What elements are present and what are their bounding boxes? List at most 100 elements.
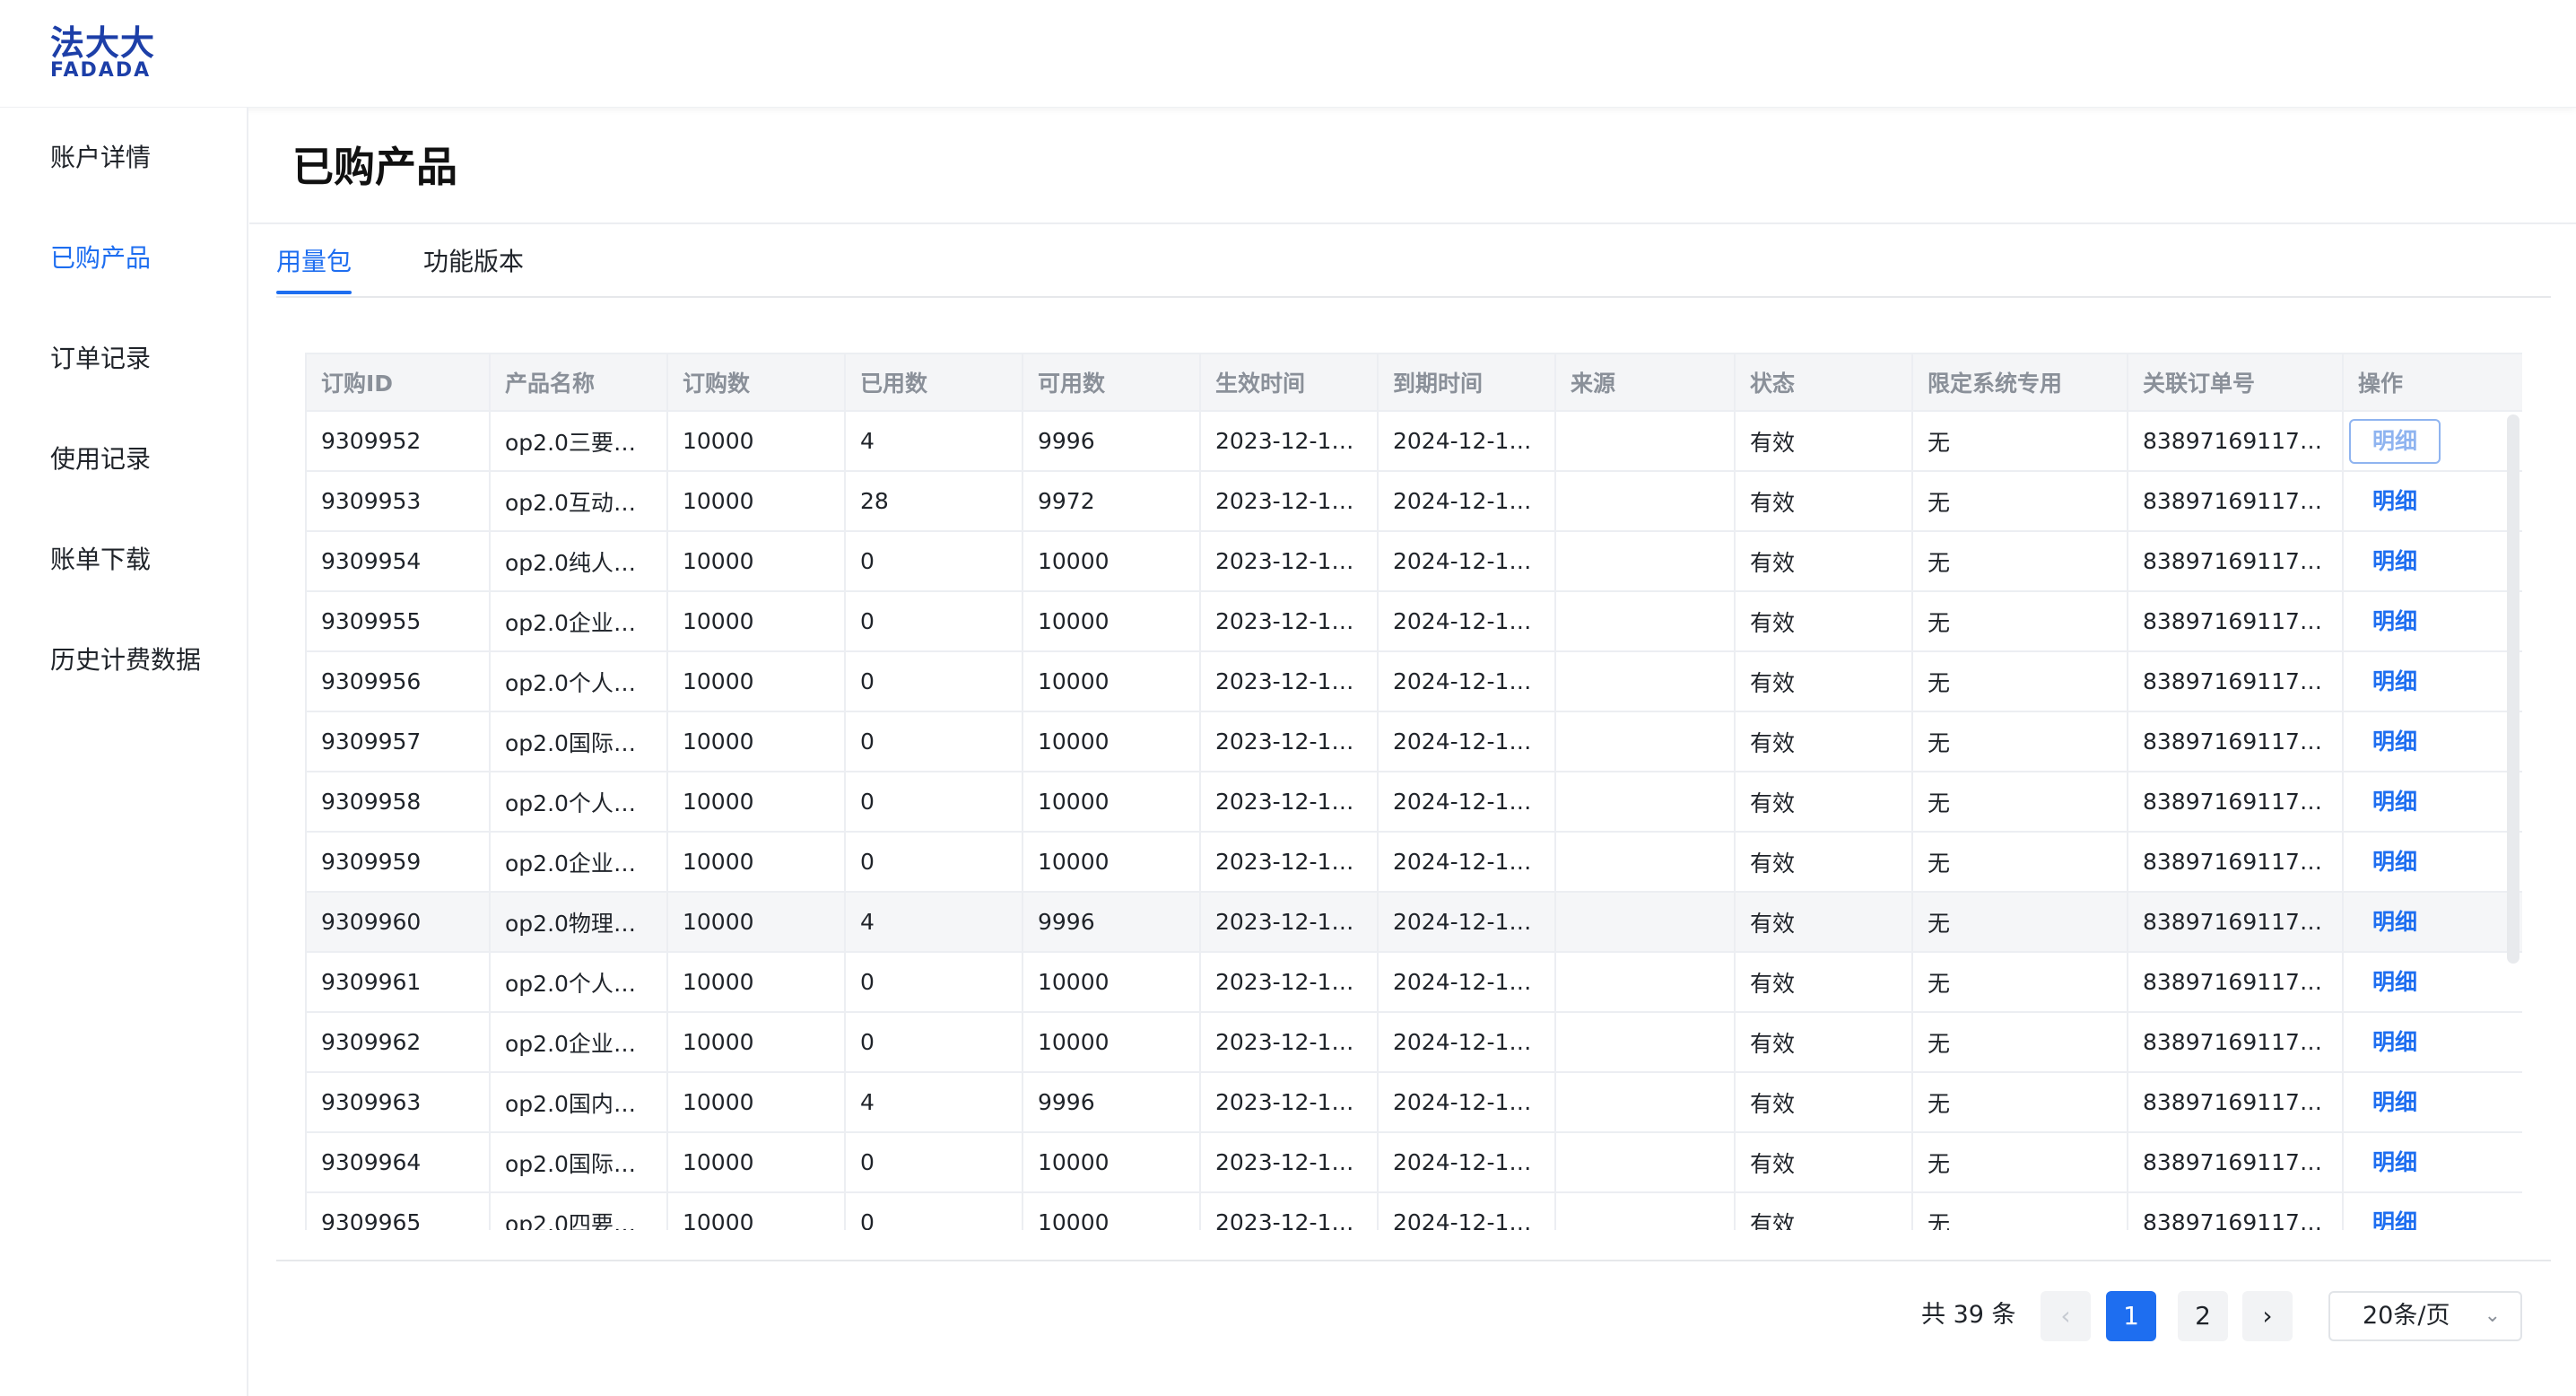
cell-source (1554, 1191, 1736, 1230)
cell-expire-time: 2024-12-17... (1377, 891, 1556, 953)
table-row[interactable]: 9309952 op2.0三要素... 10000 4 9996 2023-12-18..… (305, 410, 2522, 472)
cell-action: 明细 (2342, 831, 2522, 893)
table-row[interactable]: 9309955 op2.0企业快... 10000 0 10000 2023-12-18.… (305, 590, 2522, 652)
cell-related-order-no: 8389716911702... (2127, 771, 2344, 833)
cell-order-id: 9309956 (305, 650, 491, 712)
column-header-expire-time: 到期时间 (1377, 353, 1556, 412)
cell-expire-time: 2024-12-17... (1377, 951, 1556, 1013)
cell-effective-time: 2023-12-18... (1199, 1191, 1379, 1230)
cell-effective-time: 2023-12-18... (1199, 590, 1379, 652)
tab-feature-version[interactable]: 功能版本 (423, 246, 524, 278)
sidebar-item-history-billing[interactable]: 历史计费数据 (50, 644, 201, 676)
tab-usage-package[interactable]: 用量包 (276, 246, 352, 294)
page-title: 已购产品 (292, 143, 457, 191)
cell-used-qty: 28 (844, 470, 1023, 532)
cell-related-order-no: 8389716911702... (2127, 831, 2344, 893)
cell-source (1554, 771, 1736, 833)
cell-action: 明细 (2342, 771, 2522, 833)
cell-system-exclusive: 无 (1911, 831, 2128, 893)
detail-link[interactable]: 明细 (2349, 601, 2441, 642)
cell-effective-time: 2023-12-18... (1199, 650, 1379, 712)
cell-related-order-no: 8389716911702... (2127, 470, 2344, 532)
cell-status: 有效 (1734, 711, 1913, 772)
cell-order-qty: 10000 (666, 650, 846, 712)
cell-source (1554, 530, 1736, 592)
table-row[interactable]: 9309963 op2.0国内短... 10000 4 9996 2023-12-18..… (305, 1071, 2522, 1133)
cell-expire-time: 2024-12-17... (1377, 650, 1556, 712)
table-row[interactable]: 9309965 op2.0四要素... 10000 0 10000 2023-12-18.… (305, 1191, 2522, 1231)
cell-available-qty: 10000 (1022, 1011, 1201, 1073)
fadada-logo[interactable]: 法大大 FADADA (50, 25, 158, 83)
detail-link[interactable]: 明细 (2349, 1142, 2441, 1183)
cell-order-qty: 10000 (666, 771, 846, 833)
title-divider (249, 222, 2576, 224)
cell-expire-time: 2024-12-17... (1377, 1011, 1556, 1073)
cell-product-name: op2.0互动视... (489, 470, 668, 532)
detail-link[interactable]: 明细 (2349, 1202, 2441, 1231)
column-header-available-qty: 可用数 (1022, 353, 1201, 412)
sidebar-item-usage-records[interactable]: 使用记录 (50, 443, 151, 476)
page-size-select[interactable]: 20条/页 ⌄ (2328, 1291, 2522, 1341)
table-row[interactable]: 9309964 op2.0国际短... 10000 0 10000 2023-12-18.… (305, 1131, 2522, 1193)
cell-available-qty: 10000 (1022, 530, 1201, 592)
table-row[interactable]: 9309957 op2.0国际短... 10000 0 10000 2023-12-18.… (305, 711, 2522, 772)
cell-effective-time: 2023-12-18... (1199, 951, 1379, 1013)
cell-source (1554, 410, 1736, 472)
cell-action: 明细 (2342, 530, 2522, 592)
table-row[interactable]: 9309956 op2.0个人快... 10000 0 10000 2023-12-18.… (305, 650, 2522, 712)
cell-status: 有效 (1734, 530, 1913, 592)
detail-link[interactable]: 明细 (2349, 418, 2441, 464)
cell-product-name: op2.0四要素... (489, 1191, 668, 1230)
table-row[interactable]: 9309961 op2.0个人实... 10000 0 10000 2023-12-18.… (305, 951, 2522, 1013)
sidebar-item-bill-download[interactable]: 账单下载 (50, 544, 151, 576)
table-bottom-divider (276, 1260, 2551, 1261)
table-row[interactable]: 9309954 op2.0纯人脸... 10000 0 10000 2023-12-18.… (305, 530, 2522, 592)
cell-system-exclusive: 无 (1911, 650, 2128, 712)
detail-link[interactable]: 明细 (2349, 661, 2441, 702)
cell-used-qty: 0 (844, 771, 1023, 833)
cell-source (1554, 831, 1736, 893)
table-row[interactable]: 9309953 op2.0互动视... 10000 28 9972 2023-12-18.… (305, 470, 2522, 532)
cell-order-qty: 10000 (666, 1191, 846, 1230)
cell-product-name: op2.0纯人脸... (489, 530, 668, 592)
cell-order-qty: 10000 (666, 1071, 846, 1133)
sidebar-item-purchased-products[interactable]: 已购产品 (50, 242, 151, 275)
table-row[interactable]: 9309959 op2.0企业用户 10000 0 10000 2023-12-18...… (305, 831, 2522, 893)
sidebar-item-order-records[interactable]: 订单记录 (50, 343, 151, 375)
cell-system-exclusive: 无 (1911, 470, 2128, 532)
cell-used-qty: 0 (844, 650, 1023, 712)
cell-system-exclusive: 无 (1911, 1071, 2128, 1133)
detail-link[interactable]: 明细 (2349, 481, 2441, 522)
cell-related-order-no: 8389716911702... (2127, 410, 2344, 472)
detail-link[interactable]: 明细 (2349, 1082, 2441, 1123)
detail-link[interactable]: 明细 (2349, 842, 2441, 883)
table-row[interactable]: 9309958 op2.0个人用户 10000 0 10000 2023-12-18...… (305, 771, 2522, 833)
detail-link[interactable]: 明细 (2349, 781, 2441, 823)
sidebar-item-account-details[interactable]: 账户详情 (50, 142, 151, 174)
cell-used-qty: 0 (844, 711, 1023, 772)
page-button-1[interactable]: 1 (2106, 1291, 2156, 1341)
cell-effective-time: 2023-12-18... (1199, 1071, 1379, 1133)
detail-link[interactable]: 明细 (2349, 541, 2441, 582)
detail-link[interactable]: 明细 (2349, 962, 2441, 1003)
detail-link[interactable]: 明细 (2349, 902, 2441, 943)
page-button-2[interactable]: 2 (2178, 1291, 2228, 1341)
prev-page-button[interactable]: ‹ (2041, 1291, 2091, 1341)
table-row[interactable]: 9309962 op2.0企业实... 10000 0 10000 2023-12-18.… (305, 1011, 2522, 1073)
cell-product-name: op2.0企业实... (489, 1011, 668, 1073)
column-header-status: 状态 (1734, 353, 1913, 412)
page-size-value: 20条/页 (2363, 1302, 2450, 1330)
cell-product-name: op2.0个人快... (489, 650, 668, 712)
table-row[interactable]: 9309960 op2.0物理用... 10000 4 9996 2023-12-18..… (305, 891, 2522, 953)
detail-link[interactable]: 明细 (2349, 1022, 2441, 1063)
cell-action: 明细 (2342, 590, 2522, 652)
table-scrollbar[interactable] (2507, 414, 2519, 964)
detail-link[interactable]: 明细 (2349, 721, 2441, 763)
logo-cn-text: 法大大 (50, 23, 156, 63)
column-header-order-id: 订购ID (305, 353, 491, 412)
next-page-button[interactable]: › (2242, 1291, 2293, 1341)
cell-source (1554, 951, 1736, 1013)
cell-source (1554, 590, 1736, 652)
cell-status: 有效 (1734, 1011, 1913, 1073)
cell-expire-time: 2024-12-17... (1377, 1191, 1556, 1230)
